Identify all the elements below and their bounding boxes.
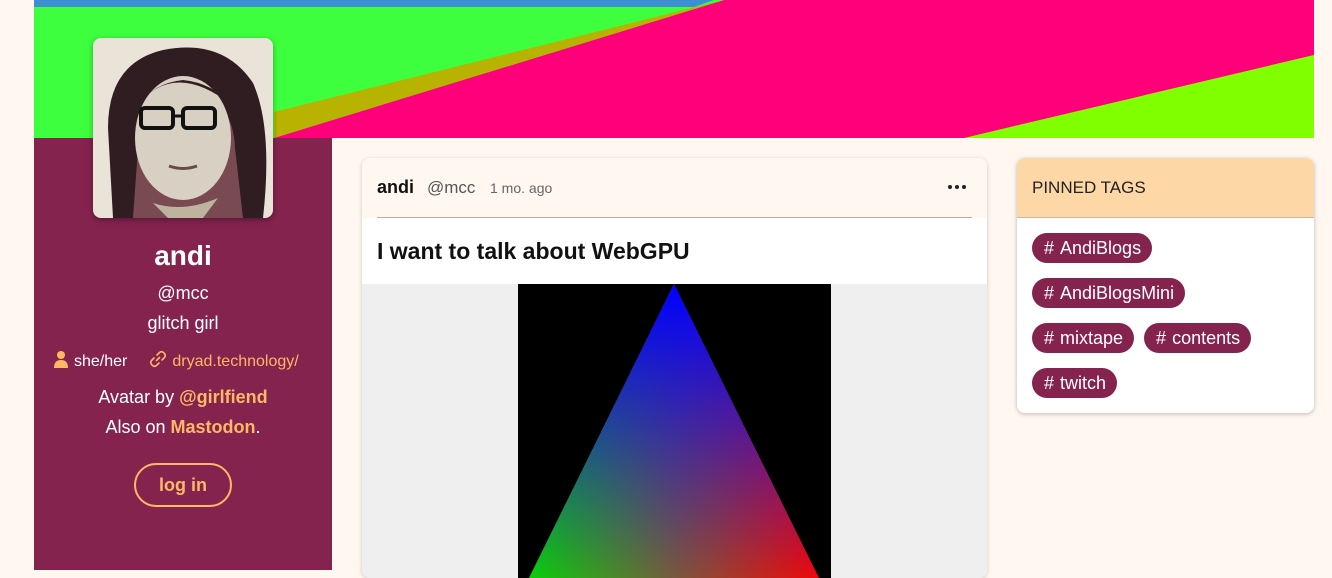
hash-icon: # (1044, 283, 1055, 303)
pronouns: she/her (74, 352, 128, 370)
avatar-credit-prefix: Avatar by (98, 387, 180, 407)
post-timestamp[interactable]: 1 mo. ago (490, 180, 552, 196)
tag-chip[interactable]: # contents (1144, 323, 1252, 353)
link-icon (149, 350, 167, 373)
person-icon (53, 350, 69, 373)
hash-icon: # (1044, 373, 1055, 393)
avatar-credit-link[interactable]: @girlfiend (179, 387, 268, 407)
post-author[interactable]: andi (377, 177, 414, 198)
profile-meta-row: she/her dryad.technology/ (53, 350, 299, 373)
tag-chip[interactable]: # mixtape (1032, 323, 1135, 353)
tag-label: AndiBlogs (1060, 238, 1142, 258)
avatar (93, 38, 273, 218)
website-link[interactable]: dryad.technology/ (172, 353, 298, 371)
post-options-button[interactable] (946, 176, 968, 198)
hash-icon: # (1044, 328, 1055, 348)
also-on-prefix: Also on (105, 417, 171, 437)
tag-label: mixtape (1060, 328, 1124, 348)
tag-chip[interactable]: # AndiBlogsMini (1032, 278, 1186, 308)
post-image[interactable] (518, 284, 831, 578)
also-on-suffix: . (255, 417, 261, 437)
pinned-tags-title: PINNED TAGS (1017, 158, 1314, 218)
post-header: andi @mcc 1 mo. ago (362, 158, 987, 218)
mastodon-link[interactable]: Mastodon (171, 417, 256, 437)
login-button[interactable]: log in (134, 463, 232, 507)
profile-name: andi (154, 240, 212, 271)
post-title[interactable]: I want to talk about WebGPU (377, 238, 690, 265)
hash-icon: # (1044, 238, 1055, 258)
post-image-area (362, 284, 987, 578)
pinned-tags-list: # AndiBlogs # AndiBlogsMini # mixtape # cont… (1017, 218, 1314, 413)
post-handle[interactable]: @mcc (427, 178, 475, 198)
also-on-line: Also on Mastodon. (34, 417, 332, 438)
avatar-credit: Avatar by @girlfiend (34, 387, 332, 408)
tag-label: AndiBlogsMini (1060, 283, 1175, 303)
profile-handle: @mcc (157, 283, 209, 303)
post-card: andi @mcc 1 mo. ago I want to talk about… (362, 158, 987, 578)
pinned-tags-card: PINNED TAGS # AndiBlogs # AndiBlogsMini # m… (1017, 158, 1314, 413)
profile-bio: glitch girl (147, 313, 219, 333)
post-divider (377, 217, 972, 218)
tag-chip[interactable]: # twitch (1032, 368, 1118, 398)
tag-label: twitch (1060, 373, 1107, 393)
more-dots-icon (948, 185, 966, 189)
tag-label: contents (1172, 328, 1241, 348)
hash-icon: # (1156, 328, 1167, 348)
tag-chip[interactable]: # AndiBlogs (1032, 233, 1153, 263)
